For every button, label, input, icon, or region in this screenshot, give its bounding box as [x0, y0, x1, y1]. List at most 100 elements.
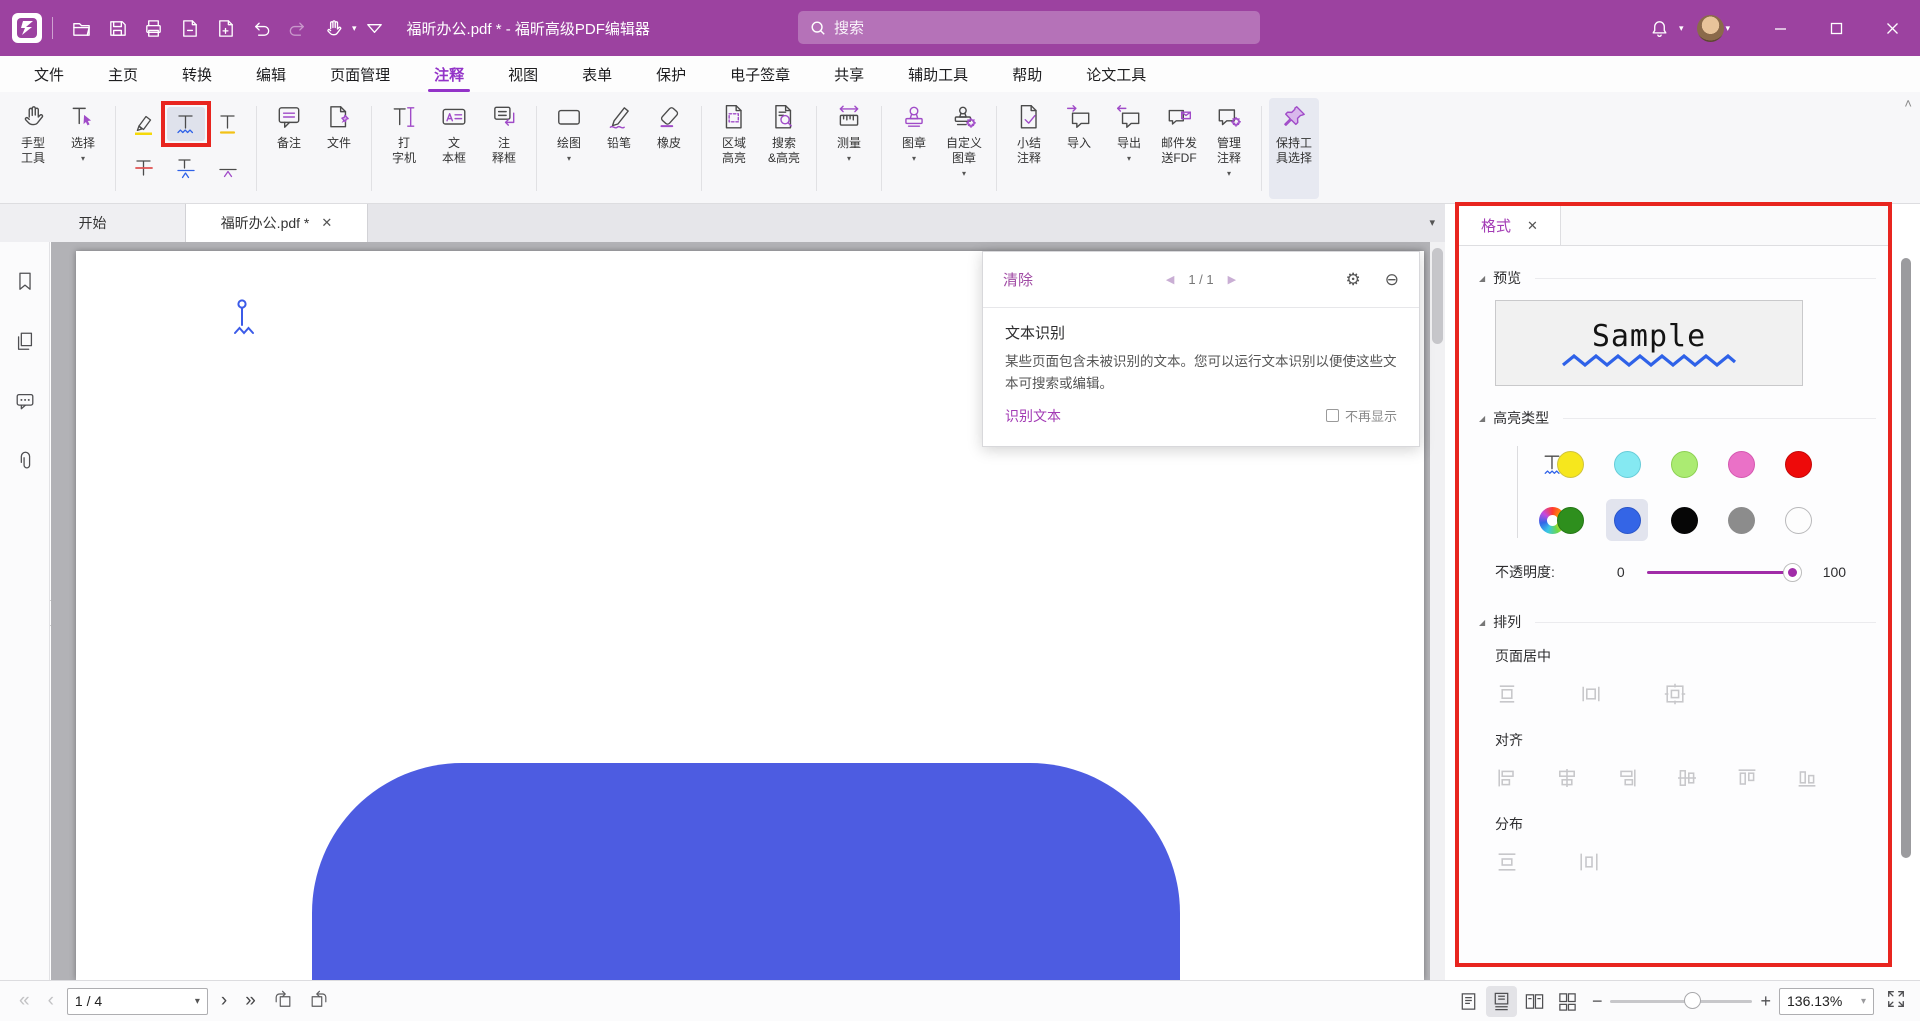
- measure-button[interactable]: 测量 ▾: [824, 98, 874, 199]
- align-top-icon[interactable]: [1735, 766, 1759, 790]
- popup-next-page-icon[interactable]: ▶: [1228, 273, 1236, 286]
- file-attachment-button[interactable]: 文件: [314, 98, 364, 199]
- menu-item-protect[interactable]: 保护: [634, 56, 708, 92]
- tab-document-active[interactable]: 福昕办公.pdf * ✕: [186, 204, 368, 242]
- stamp-button[interactable]: 图章 ▾: [889, 98, 939, 199]
- last-page-button[interactable]: »: [236, 990, 265, 1012]
- recognize-text-link[interactable]: 识别文本: [1005, 406, 1061, 426]
- menu-item-help[interactable]: 帮助: [990, 56, 1064, 92]
- distribute-vertical-icon[interactable]: [1495, 850, 1519, 874]
- summarize-comments-button[interactable]: 小结 注释: [1004, 98, 1054, 199]
- bookmarks-panel-icon[interactable]: [14, 270, 36, 297]
- align-bottom-icon[interactable]: [1795, 766, 1819, 790]
- select-tool-button[interactable]: 选择 ▾: [58, 98, 108, 199]
- menu-item-comment-active[interactable]: 注释: [412, 56, 486, 92]
- squiggly-underline-tool-button-selected[interactable]: [167, 107, 205, 141]
- previous-page-button[interactable]: ‹: [39, 990, 63, 1012]
- continuous-view-button-selected[interactable]: [1486, 986, 1517, 1017]
- keep-tool-selected-toggle[interactable]: 保持工 具选择: [1269, 98, 1319, 199]
- menu-item-esign[interactable]: 电子签章: [708, 56, 812, 92]
- underline-tool-button[interactable]: [209, 107, 247, 141]
- zoom-in-button[interactable]: +: [1752, 991, 1779, 1012]
- zoom-dropdown-caret-icon[interactable]: ▾: [1861, 996, 1866, 1007]
- popup-minimize-icon[interactable]: ⊖: [1385, 270, 1399, 290]
- first-page-button[interactable]: «: [10, 990, 39, 1012]
- document-scrollbar-thumb[interactable]: [1432, 248, 1443, 344]
- pages-panel-icon[interactable]: [14, 330, 36, 357]
- import-comments-button[interactable]: 导入: [1054, 98, 1104, 199]
- single-page-view-button[interactable]: [1453, 986, 1484, 1017]
- highlight-tool-button[interactable]: [125, 107, 163, 141]
- attachments-panel-icon[interactable]: [14, 450, 36, 477]
- distribute-horizontal-icon[interactable]: [1577, 850, 1601, 874]
- clear-button[interactable]: 清除: [1003, 269, 1033, 290]
- save-icon[interactable]: [99, 11, 135, 45]
- align-vertical-center-icon[interactable]: [1675, 766, 1699, 790]
- menu-item-share[interactable]: 共享: [812, 56, 886, 92]
- close-button[interactable]: [1864, 0, 1920, 56]
- facing-continuous-view-button[interactable]: [1552, 986, 1583, 1017]
- popup-settings-gear-icon[interactable]: ⚙: [1346, 270, 1361, 290]
- align-right-icon[interactable]: [1615, 766, 1639, 790]
- menu-item-view[interactable]: 视图: [486, 56, 560, 92]
- align-horizontal-center-icon[interactable]: [1555, 766, 1579, 790]
- user-avatar[interactable]: [1697, 15, 1724, 42]
- page-dropdown-caret-icon[interactable]: ▾: [195, 996, 200, 1007]
- tab-start[interactable]: 开始: [0, 204, 186, 242]
- facing-view-button[interactable]: [1519, 986, 1550, 1017]
- highlight-type-section-header[interactable]: ◢ 高亮类型: [1495, 408, 1888, 428]
- maximize-button[interactable]: [1808, 0, 1864, 56]
- menu-item-convert[interactable]: 转换: [160, 56, 234, 92]
- color-swatch-yellow[interactable]: [1557, 451, 1584, 478]
- opacity-slider-thumb[interactable]: [1783, 563, 1802, 582]
- rotate-left-button[interactable]: [265, 989, 301, 1014]
- notification-bell-icon[interactable]: [1642, 11, 1678, 45]
- center-horizontal-on-page-icon[interactable]: [1579, 682, 1603, 706]
- tab-close-icon[interactable]: ✕: [321, 215, 332, 231]
- color-swatch-light-green[interactable]: [1671, 451, 1698, 478]
- custom-stamp-button[interactable]: 自定义 图章 ▾: [939, 98, 989, 199]
- customize-toolbar-icon[interactable]: [357, 11, 393, 45]
- color-swatch-green[interactable]: [1557, 507, 1584, 534]
- menu-item-form[interactable]: 表单: [560, 56, 634, 92]
- align-left-icon[interactable]: [1495, 766, 1519, 790]
- format-tab[interactable]: 格式 ✕: [1459, 206, 1561, 245]
- dont-show-checkbox[interactable]: [1326, 409, 1339, 422]
- popup-prev-page-icon[interactable]: ◀: [1166, 273, 1174, 286]
- color-swatch-cyan[interactable]: [1614, 451, 1641, 478]
- search-input[interactable]: 搜索: [798, 11, 1260, 44]
- fullscreen-button[interactable]: [1886, 989, 1906, 1014]
- center-both-on-page-icon[interactable]: [1663, 682, 1687, 706]
- menu-item-edit[interactable]: 编辑: [234, 56, 308, 92]
- color-swatch-pink[interactable]: [1728, 451, 1755, 478]
- replace-text-tool-button[interactable]: [167, 151, 205, 185]
- note-comment-button[interactable]: 备注: [264, 98, 314, 199]
- zoom-slider-thumb[interactable]: [1684, 992, 1701, 1009]
- menu-item-organize[interactable]: 页面管理: [308, 56, 412, 92]
- search-and-highlight-button[interactable]: 搜索 &高亮: [759, 98, 809, 199]
- collapse-ribbon-icon[interactable]: ˄: [1904, 96, 1912, 111]
- zoom-level-input[interactable]: 136.13% ▾: [1779, 988, 1874, 1015]
- menu-item-file[interactable]: 文件: [12, 56, 86, 92]
- area-highlight-button[interactable]: 区域 高亮: [709, 98, 759, 199]
- color-swatch-white[interactable]: [1785, 507, 1812, 534]
- menu-item-home[interactable]: 主页: [86, 56, 160, 92]
- format-tab-close-icon[interactable]: ✕: [1527, 218, 1538, 234]
- color-swatch-blue-selected[interactable]: [1614, 507, 1641, 534]
- export-comments-button[interactable]: 导出 ▾: [1104, 98, 1154, 199]
- zoom-slider[interactable]: [1610, 1000, 1752, 1003]
- color-swatch-red[interactable]: [1785, 451, 1812, 478]
- page-number-input[interactable]: 1 / 4 ▾: [67, 988, 208, 1015]
- tab-list-caret-icon[interactable]: ▾: [1429, 216, 1435, 229]
- menu-item-accessibility[interactable]: 辅助工具: [886, 56, 990, 92]
- open-file-icon[interactable]: [63, 11, 99, 45]
- color-swatch-gray[interactable]: [1728, 507, 1755, 534]
- center-vertical-on-page-icon[interactable]: [1495, 682, 1519, 706]
- bell-caret-icon[interactable]: ▾: [1679, 23, 1684, 34]
- drawing-button[interactable]: 绘图 ▾: [544, 98, 594, 199]
- typewriter-button[interactable]: 打 字机: [379, 98, 429, 199]
- rotate-right-button[interactable]: [301, 989, 337, 1014]
- undo-icon[interactable]: [243, 11, 279, 45]
- opacity-slider[interactable]: [1647, 571, 1793, 574]
- manage-comments-button[interactable]: 管理 注释 ▾: [1204, 98, 1254, 199]
